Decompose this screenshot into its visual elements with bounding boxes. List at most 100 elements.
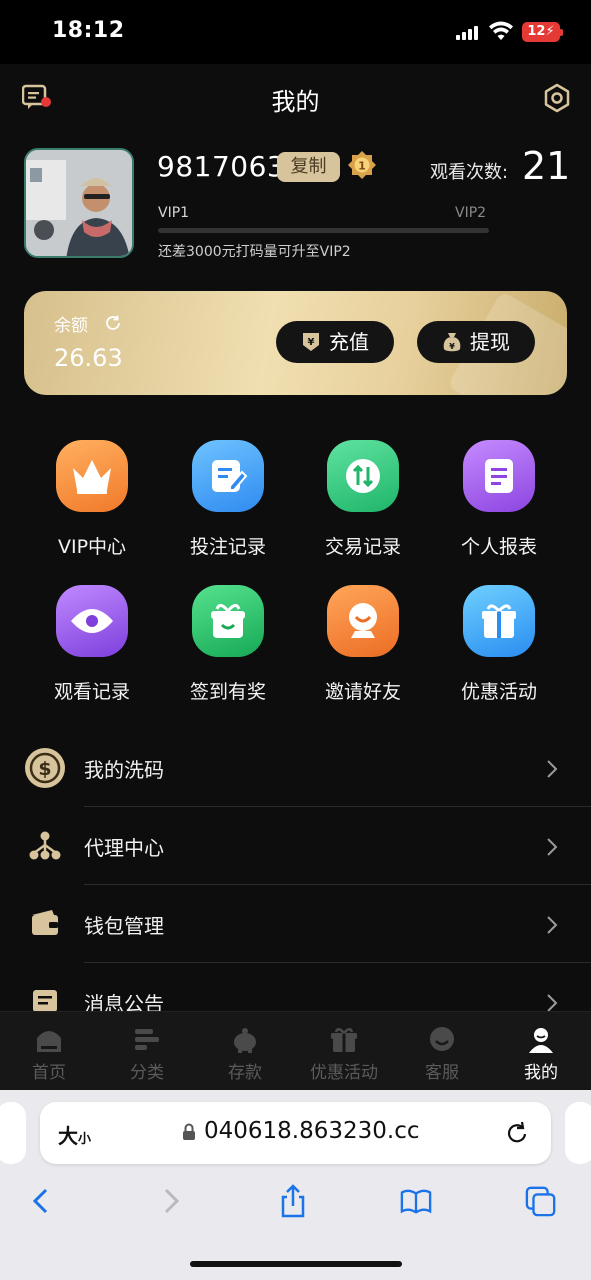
settings-icon[interactable]	[541, 82, 573, 114]
network-icon	[29, 831, 61, 860]
tab-label: 存款	[228, 1063, 262, 1083]
svg-text:$: $	[38, 758, 51, 780]
vip-next-level: VIP2	[455, 205, 487, 221]
battery-indicator: 12⚡	[522, 22, 563, 42]
home-indicator	[190, 1261, 402, 1267]
cellular-signal-icon	[456, 26, 482, 40]
gift-box-icon	[211, 604, 245, 638]
tab-mine[interactable]: 我的	[492, 1012, 590, 1090]
grid-item-bet-records[interactable]: 投注记录	[162, 440, 292, 570]
avatar[interactable]	[24, 148, 134, 258]
status-time: 18:12	[52, 18, 125, 43]
piggy-bank-icon	[234, 1028, 256, 1053]
balance-value: 26.63	[54, 344, 123, 372]
header: 我的	[0, 64, 591, 130]
grid-item-check-in-reward[interactable]: 签到有奖	[162, 585, 292, 715]
grid-icon-bg	[327, 585, 399, 657]
refresh-icon[interactable]	[104, 314, 122, 332]
tab-label: 分类	[130, 1063, 164, 1083]
tab-category[interactable]: 分类	[98, 1012, 196, 1090]
wallet-icon	[32, 910, 58, 935]
bottom-tab-bar: 首页 分类 存款 优惠活动 客服 我的	[0, 1011, 591, 1090]
grid-label: 观看记录	[53, 681, 130, 703]
grid-item-promotions[interactable]: 优惠活动	[433, 585, 563, 715]
grid-label: 邀请好友	[324, 681, 401, 703]
report-icon	[485, 459, 513, 493]
url-text: 040618.863230.cc	[204, 1118, 420, 1144]
category-icon	[135, 1029, 159, 1050]
grid-icon-bg	[192, 585, 264, 657]
reload-icon[interactable]	[505, 1120, 529, 1146]
tabs-icon[interactable]	[525, 1184, 557, 1218]
deposit-label: 充值	[329, 330, 369, 354]
tab-customer-service[interactable]: 客服	[393, 1012, 491, 1090]
eye-icon	[71, 609, 113, 633]
chevron-right-icon	[547, 838, 558, 856]
tab-label: 首页	[32, 1063, 66, 1083]
next-tab-card[interactable]	[565, 1102, 591, 1164]
tab-promotions[interactable]: 优惠活动	[295, 1012, 393, 1090]
grid-icon-bg	[56, 585, 128, 657]
grid-label: 个人报表	[460, 536, 537, 558]
gift-icon	[331, 1028, 357, 1052]
menu-item-my-rebate[interactable]: $ 我的洗码	[0, 729, 591, 807]
user-icon	[529, 1028, 553, 1053]
previous-tab-card[interactable]	[0, 1102, 26, 1164]
webcam-icon	[349, 603, 377, 638]
text-size-small: 小	[78, 1132, 92, 1147]
tab-label: 客服	[425, 1063, 459, 1083]
grid-label: 优惠活动	[460, 681, 537, 703]
grid-item-watch-history[interactable]: 观看记录	[26, 585, 156, 715]
browser-toolbar: 大小 040618.863230.cc	[0, 1090, 591, 1280]
grid-item-vip-center[interactable]: VIP中心	[26, 440, 156, 570]
money-bag-icon: ¥	[443, 333, 461, 352]
watch-count-value: 21	[522, 144, 571, 188]
grid-label: VIP中心	[57, 536, 127, 558]
forward-icon[interactable]	[154, 1184, 186, 1218]
wifi-icon	[489, 21, 513, 40]
status-bar: 18:12 12⚡	[0, 0, 591, 64]
copy-button[interactable]: 复制	[277, 152, 340, 182]
grid-icon-bg	[327, 440, 399, 512]
balance-card: 余额 26.63 ¥ 充值 ¥ 提现	[24, 291, 567, 395]
tab-label: 优惠活动	[310, 1063, 378, 1083]
vip-medal-icon: 1	[348, 151, 376, 179]
menu-item-wallet-management[interactable]: 钱包管理	[0, 885, 591, 963]
grid-label: 投注记录	[189, 536, 266, 558]
page-title: 我的	[271, 88, 320, 116]
svg-text:¥: ¥	[449, 342, 455, 351]
withdraw-button[interactable]: ¥ 提现	[417, 321, 535, 363]
bookmarks-icon[interactable]	[400, 1184, 432, 1218]
home-icon	[37, 1031, 61, 1052]
lock-icon	[183, 1123, 195, 1140]
svg-text:1: 1	[358, 160, 366, 173]
grid-icon-bg	[463, 440, 535, 512]
share-icon[interactable]	[277, 1184, 309, 1218]
user-id: 9817063	[157, 150, 286, 183]
tab-deposit[interactable]: 存款	[196, 1012, 294, 1090]
coin-icon: $	[25, 748, 65, 788]
grid-label: 交易记录	[324, 536, 401, 558]
tab-label: 我的	[524, 1063, 558, 1083]
grid-item-invite-friends[interactable]: 邀请好友	[297, 585, 427, 715]
swap-arrows-icon	[346, 459, 380, 493]
vip-upgrade-hint: 还差3000元打码量可升至VIP2	[158, 244, 351, 260]
tab-home[interactable]: 首页	[0, 1012, 98, 1090]
vip-progress-bar	[158, 228, 489, 233]
watch-count-label: 观看次数:	[430, 162, 509, 183]
grid-item-transaction-records[interactable]: 交易记录	[297, 440, 427, 570]
address-bar[interactable]: 大小 040618.863230.cc	[40, 1102, 551, 1164]
deposit-button[interactable]: ¥ 充值	[276, 321, 394, 363]
gift-icon	[482, 604, 516, 638]
menu-label: 钱包管理	[84, 914, 164, 938]
text-size-button[interactable]: 大小	[58, 1120, 91, 1149]
back-icon[interactable]	[26, 1184, 58, 1218]
menu-label: 代理中心	[84, 836, 164, 860]
support-icon	[430, 1027, 454, 1051]
text-size-big: 大	[58, 1124, 78, 1148]
deposit-icon: ¥	[303, 333, 319, 351]
chevron-right-icon	[547, 916, 558, 934]
app-screen: 我的 9817063 复制 1 观看次数: 21 VIP1 VIP2 还差300…	[0, 64, 591, 1090]
grid-item-personal-report[interactable]: 个人报表	[433, 440, 563, 570]
menu-item-agent-center[interactable]: 代理中心	[0, 807, 591, 885]
